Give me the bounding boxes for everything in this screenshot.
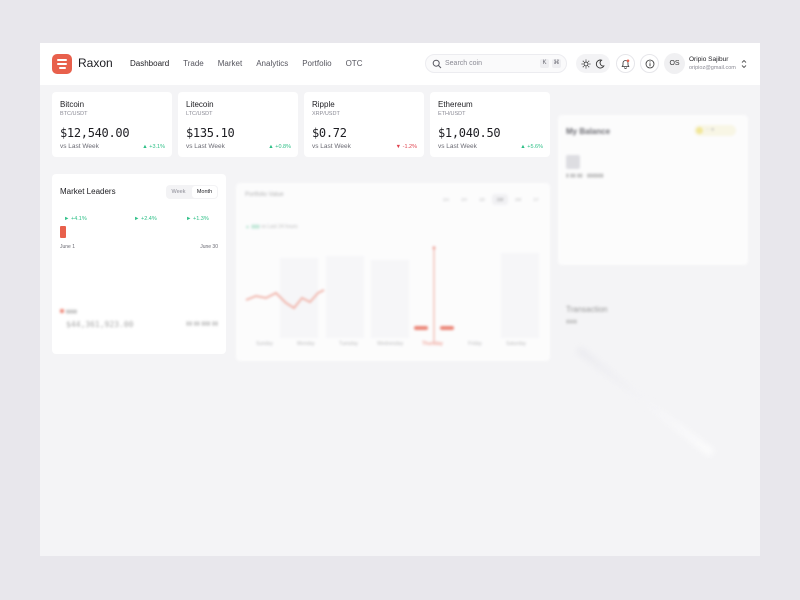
range-1w[interactable]: 1W (492, 194, 508, 205)
range-1d[interactable]: 1D (474, 194, 490, 205)
market-leaders-panel: Market Leaders Week Month ► +4.1% ► +2.4… (52, 174, 226, 354)
coin-comparison-label: vs Last Week (186, 143, 225, 150)
transaction-subtext: ▮▮▮▮ (566, 319, 578, 325)
highlight-bar-right (440, 326, 454, 330)
chevron-updown-icon[interactable] (740, 58, 748, 70)
currency-selector-label: ··· ▾ (705, 127, 714, 133)
coin-comparison-label: vs Last Week (438, 143, 477, 150)
portfolio-chart (245, 246, 539, 343)
leader-change-1: ► +4.1% (64, 216, 87, 222)
coin-comparison-label: vs Last Week (312, 143, 351, 150)
leader-bar (60, 226, 66, 238)
nav-dashboard[interactable]: Dashboard (130, 59, 169, 68)
coin-change: ▼ -1.2% (395, 144, 417, 150)
highlight-bar-left (414, 326, 428, 330)
market-leaders-title: Market Leaders (60, 187, 116, 196)
leader-value-secondary: ▮▮ ▮▮ ▮▮▮ ▮▮ (186, 321, 218, 327)
tab-week[interactable]: Week (166, 185, 191, 199)
coin-icon (696, 127, 703, 134)
coin-pair: BTC/USDT (60, 111, 88, 117)
coin-card-ripple[interactable]: Ripple XRP/USDT $0.72 vs Last Week ▼ -1.… (304, 92, 424, 157)
shortcut-key-cmd: ⌘ (552, 59, 561, 68)
balance-panel: My Balance ··· ▾ ▮ ▮▮ ▮▮ · ▮▮▮▮▮▮ (558, 115, 748, 265)
day-label: Friday (468, 341, 482, 347)
coin-pair: XRP/USDT (312, 111, 340, 117)
bell-icon (621, 59, 630, 69)
end-date: June 30 (200, 244, 218, 250)
user-name[interactable]: Oripio Sajibur (689, 56, 728, 63)
brand-name: Raxon (78, 56, 113, 70)
day-label: Wednesday (377, 341, 404, 347)
shortcut-key-k: K (540, 59, 549, 68)
coin-card-ethereum[interactable]: Ethereum ETH/USDT $1,040.50 vs Last Week… (430, 92, 550, 157)
app-window: Raxon Dashboard Trade Market Analytics P… (40, 43, 760, 556)
decorative-streak (575, 345, 715, 457)
nav-analytics[interactable]: Analytics (256, 59, 288, 68)
nav-portfolio[interactable]: Portfolio (302, 59, 331, 68)
transaction-panel: Transaction ▮▮▮▮ (558, 295, 748, 535)
theme-toggle[interactable] (576, 54, 610, 73)
day-label-active: Thursday (422, 341, 443, 347)
balance-amount (566, 155, 580, 169)
info-icon (645, 59, 654, 68)
info-button[interactable] (640, 54, 659, 73)
main-nav: Dashboard Trade Market Analytics Portfol… (130, 59, 362, 68)
top-header: Raxon Dashboard Trade Market Analytics P… (40, 43, 760, 85)
leader-change-3: ► +1.3% (186, 216, 209, 222)
range-selector: 1m 1H 1D 1W 1M 1Y (438, 194, 544, 205)
coin-name: Ethereum (438, 100, 473, 109)
balance-title: My Balance (566, 127, 611, 136)
coin-price: $0.72 (312, 126, 347, 140)
start-date: June 1 (60, 244, 76, 250)
coin-card-litecoin[interactable]: Litecoin LTC/USDT $135.10 vs Last Week ▲… (178, 92, 298, 157)
leader-change-2: ► +2.4% (134, 216, 157, 222)
range-1y[interactable]: 1Y (528, 194, 544, 205)
day-label: Sunday (256, 341, 273, 347)
nav-market[interactable]: Market (218, 59, 242, 68)
search-placeholder: Search coin (445, 60, 482, 67)
coin-pair: ETH/USDT (438, 111, 466, 117)
coin-pair: LTC/USDT (186, 111, 213, 117)
user-email: oripioz@gmail.com (689, 65, 736, 71)
range-1m[interactable]: 1m (438, 194, 454, 205)
coin-price: $12,540.00 (60, 126, 130, 140)
portfolio-panel: Portfolio Value 1m 1H 1D 1W 1M 1Y ▲ ▮▮▮ … (236, 183, 550, 361)
nav-trade[interactable]: Trade (183, 59, 204, 68)
coin-change: ▲ +3.1% (142, 144, 165, 150)
sun-icon[interactable] (581, 59, 591, 69)
leader-legend: ▮▮▮▮ (60, 309, 77, 315)
coin-name: Litecoin (186, 100, 214, 109)
period-toggle: Week Month (166, 185, 218, 199)
range-1mo[interactable]: 1M (510, 194, 526, 205)
coin-price: $1,040.50 (438, 126, 501, 140)
coin-change: ▲ +5.6% (520, 144, 543, 150)
portfolio-change: ▲ ▮▮▮ vs Last 24 hours (245, 224, 298, 230)
coin-card-bitcoin[interactable]: Bitcoin BTC/USDT $12,540.00 vs Last Week… (52, 92, 172, 157)
search-icon (432, 59, 442, 69)
search-input[interactable]: Search coin K ⌘ (425, 54, 567, 73)
coin-name: Ripple (312, 100, 335, 109)
portfolio-title: Portfolio Value (245, 192, 284, 198)
logo-icon[interactable] (52, 54, 72, 74)
coin-price: $135.10 (186, 126, 235, 140)
coin-change: ▲ +0.8% (268, 144, 291, 150)
transaction-title: Transaction (566, 305, 608, 314)
day-label: Monday (297, 341, 315, 347)
day-columns (280, 253, 539, 338)
moon-icon[interactable] (595, 59, 605, 69)
tab-month[interactable]: Month (192, 186, 217, 198)
coin-comparison-label: vs Last Week (60, 143, 99, 150)
coin-name: Bitcoin (60, 100, 85, 109)
leader-value: $44,361,923.00 (66, 320, 134, 329)
avatar[interactable]: OS (664, 53, 685, 74)
balance-subtext: ▮ ▮▮ ▮▮ · ▮▮▮▮▮▮ (566, 173, 604, 179)
range-1h[interactable]: 1H (456, 194, 472, 205)
hover-marker (432, 246, 436, 250)
day-label: Tuesday (339, 341, 358, 347)
currency-selector[interactable]: ··· ▾ (694, 125, 736, 136)
day-label: Saturday (506, 341, 527, 347)
notifications-button[interactable] (616, 54, 635, 73)
nav-otc[interactable]: OTC (346, 59, 363, 68)
